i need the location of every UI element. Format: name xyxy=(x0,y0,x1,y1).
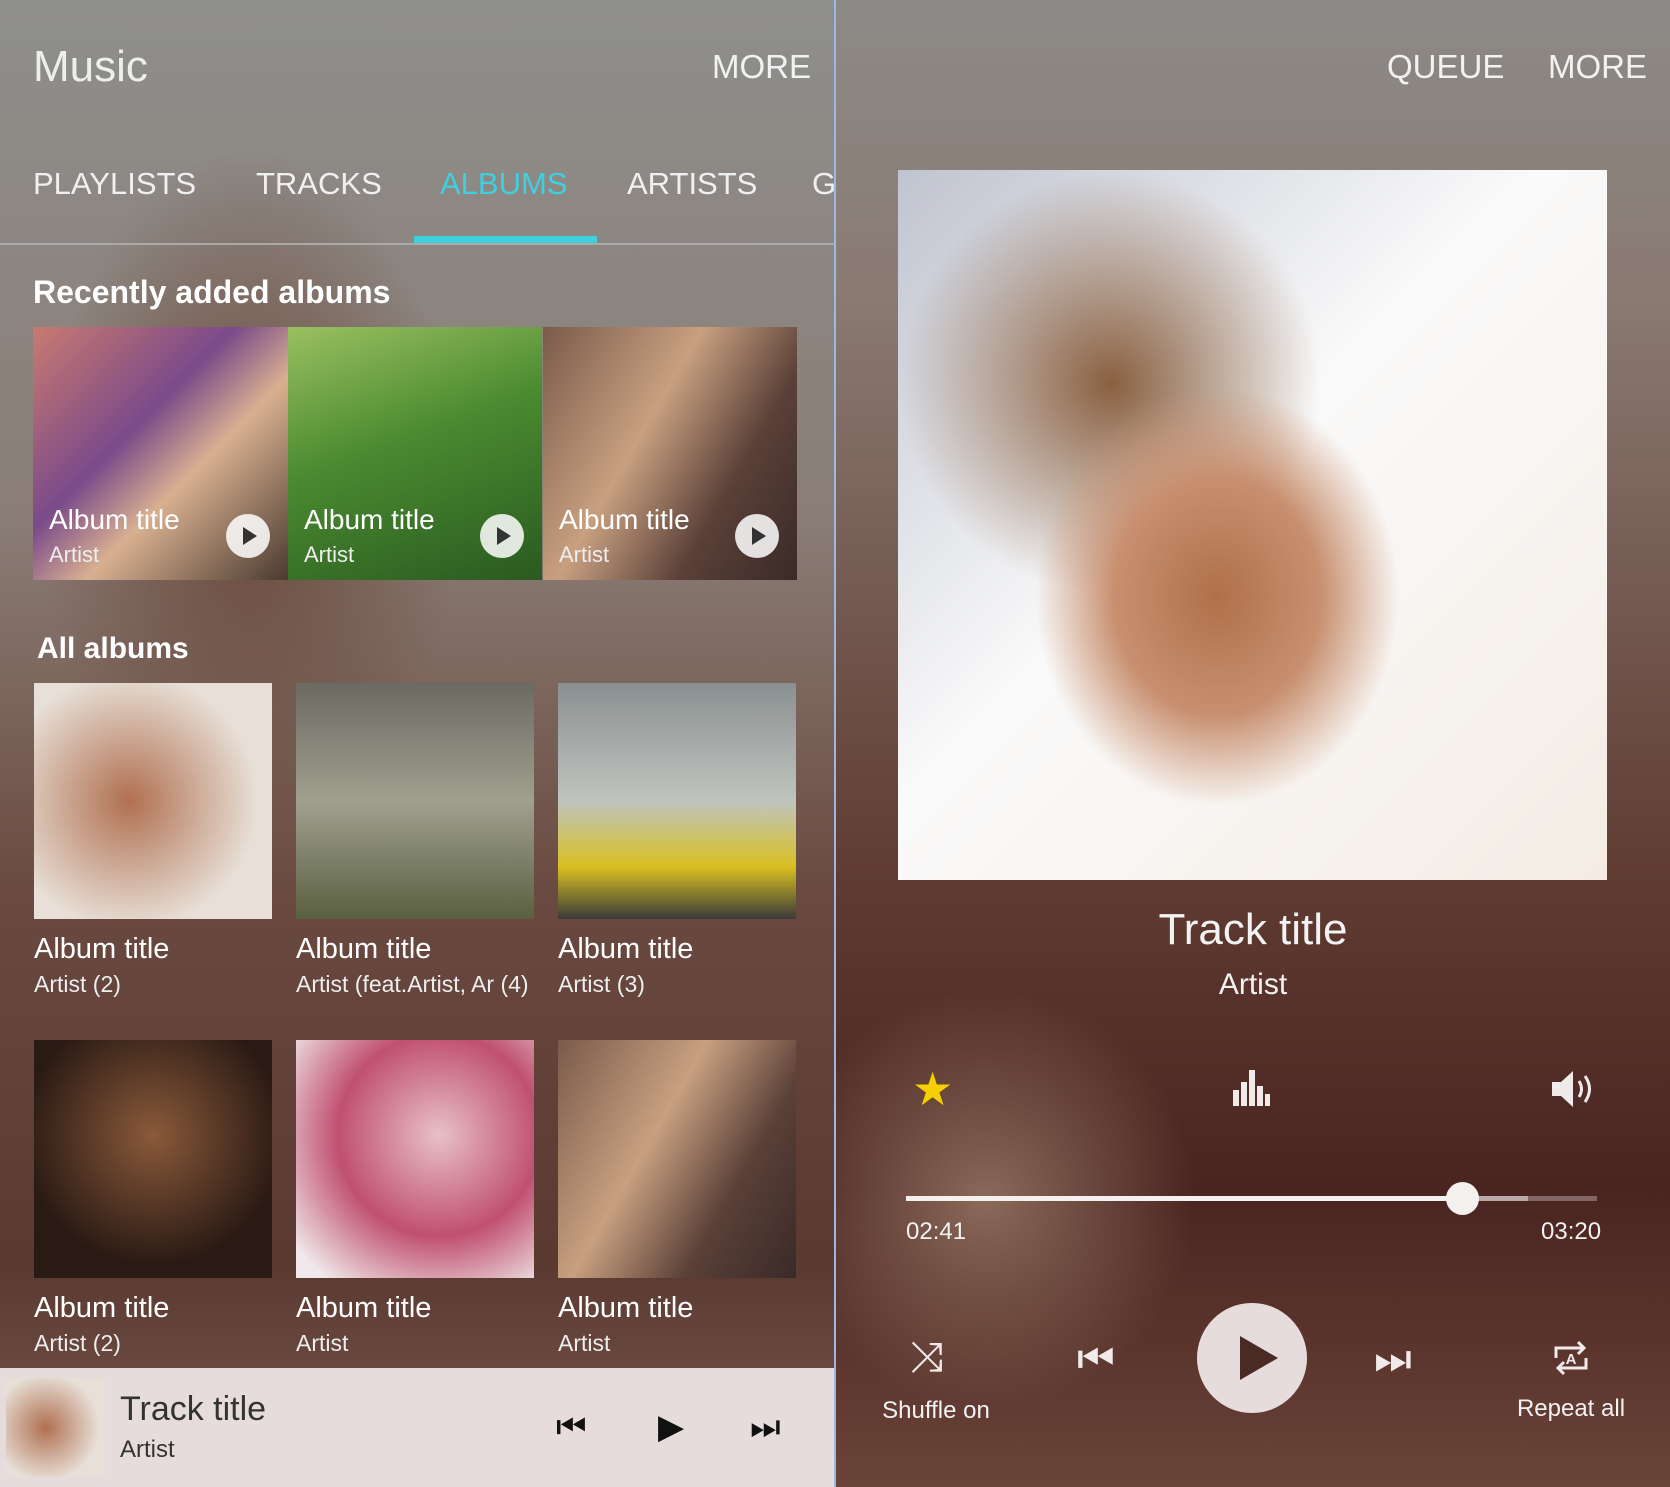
repeat-all-icon[interactable]: A xyxy=(1548,1336,1594,1380)
tab-artists[interactable]: ARTISTS xyxy=(627,166,757,202)
more-button[interactable]: MORE xyxy=(1548,48,1647,86)
play-button[interactable] xyxy=(1197,1303,1307,1413)
album-title: Album title xyxy=(559,504,690,535)
total-time: 03:20 xyxy=(1541,1218,1602,1245)
library-screen: Music MORE PLAYLISTS TRACKS ALBUMS ARTIS… xyxy=(0,0,834,1487)
album-art xyxy=(898,170,1607,880)
album-title[interactable]: Album title xyxy=(34,933,169,966)
album-artist: Artist (2) xyxy=(34,1330,121,1356)
elapsed-time: 02:41 xyxy=(906,1218,967,1245)
tab-divider xyxy=(0,243,834,245)
album-artist: Artist xyxy=(558,1330,611,1356)
next-icon[interactable]: ⏭ xyxy=(750,1410,781,1444)
track-title: Track title xyxy=(1158,905,1348,954)
play-icon xyxy=(1240,1336,1278,1380)
album-title[interactable]: Album title xyxy=(558,933,693,966)
tab-playlists[interactable]: PLAYLISTS xyxy=(33,166,196,202)
album-artist: Artist (2) xyxy=(34,971,121,997)
volume-icon[interactable] xyxy=(1548,1068,1594,1110)
album-title[interactable]: Album title xyxy=(34,1292,169,1325)
previous-icon[interactable]: ⏮ xyxy=(556,1410,587,1444)
repeat-label: Repeat all xyxy=(1516,1395,1626,1422)
mini-player-track: Track title xyxy=(120,1390,267,1428)
play-icon[interactable] xyxy=(480,514,524,558)
shuffle-icon[interactable]: ⤨ xyxy=(910,1336,944,1378)
play-icon[interactable] xyxy=(735,514,779,558)
next-icon[interactable]: ⏭ xyxy=(1374,1338,1412,1380)
album-title[interactable]: Album title xyxy=(296,1292,431,1325)
seek-progress xyxy=(906,1196,1463,1201)
seek-thumb[interactable] xyxy=(1446,1182,1480,1215)
album-title[interactable]: Album title xyxy=(296,933,431,966)
active-tab-indicator xyxy=(414,236,597,243)
favorite-star-icon[interactable]: ★ xyxy=(912,1066,953,1112)
play-icon[interactable] xyxy=(226,514,270,558)
album-cover[interactable] xyxy=(34,1040,272,1278)
seek-bar[interactable] xyxy=(906,1182,1597,1215)
equalizer-icon[interactable] xyxy=(1231,1068,1271,1108)
now-playing-screen: QUEUE MORE Track title Artist ★ 02:41 03… xyxy=(836,0,1670,1487)
tab-tracks[interactable]: TRACKS xyxy=(256,166,382,202)
album-cover[interactable] xyxy=(296,1040,534,1278)
album-cover[interactable] xyxy=(34,683,272,919)
album-artist: Artist xyxy=(296,1330,349,1356)
svg-text:A: A xyxy=(1566,1351,1577,1368)
tab-genres[interactable]: G xyxy=(812,166,834,202)
recent-album-tile[interactable]: Album title Artist xyxy=(543,327,797,580)
all-albums-heading: All albums xyxy=(37,632,189,665)
album-title: Album title xyxy=(304,504,435,535)
album-cover[interactable] xyxy=(558,683,796,919)
queue-button[interactable]: QUEUE xyxy=(1387,48,1504,86)
album-cover[interactable] xyxy=(558,1040,796,1278)
track-artist: Artist xyxy=(1218,968,1288,1001)
album-artist: Artist xyxy=(304,542,355,567)
album-title: Album title xyxy=(49,504,180,535)
tab-albums[interactable]: ALBUMS xyxy=(440,166,567,202)
album-artist: Artist (3) xyxy=(558,971,645,997)
recent-album-tile[interactable]: Album title Artist xyxy=(288,327,542,580)
previous-icon[interactable]: ⏮ xyxy=(1077,1338,1115,1380)
album-artist: Artist xyxy=(49,542,100,567)
album-title[interactable]: Album title xyxy=(558,1292,693,1325)
album-artist: Artist (feat.Artist, Ar (4) xyxy=(296,971,529,997)
play-icon[interactable]: ▶ xyxy=(658,1410,684,1444)
recent-album-tile[interactable]: Album title Artist xyxy=(33,327,288,580)
more-button[interactable]: MORE xyxy=(712,48,811,86)
mini-player-cover xyxy=(6,1378,105,1477)
album-cover[interactable] xyxy=(296,683,534,919)
mini-player[interactable]: Track title Artist ⏮ ▶ ⏭ xyxy=(0,1368,834,1487)
app-title: Music xyxy=(33,42,148,91)
shuffle-label: Shuffle on xyxy=(882,1397,990,1424)
mini-player-artist: Artist xyxy=(120,1436,175,1463)
recent-heading: Recently added albums xyxy=(33,274,391,310)
album-artist: Artist xyxy=(559,542,610,567)
